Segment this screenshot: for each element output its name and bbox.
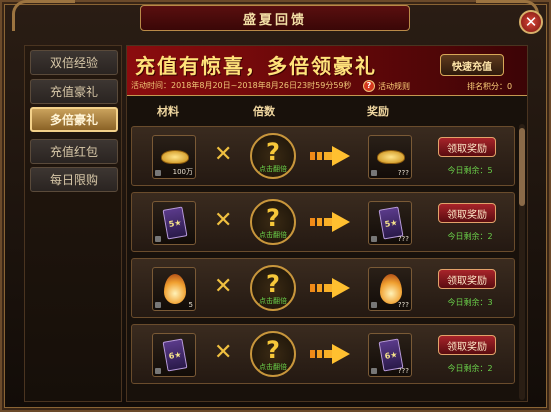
sidebar-item-label: 多倍豪礼 xyxy=(49,113,98,127)
rules-link[interactable]: 活动规则 xyxy=(378,81,410,92)
times-icon: ✕ xyxy=(214,274,233,299)
help-icon[interactable]: ? xyxy=(363,80,375,92)
mystery-multiplier-button[interactable]: ? 点击翻倍 xyxy=(250,265,296,311)
lock-icon xyxy=(371,302,377,308)
reward-qty: ??? xyxy=(397,301,409,309)
table-row: 5★ ✕ ? 点击翻倍 5★ ??? 领取奖励 今日剩余：2 xyxy=(131,192,515,252)
event-time: 活动时间：2018年8月20日~2018年8月26日23时59分59秒 xyxy=(131,81,352,90)
remaining-today: 今日剩余：2 xyxy=(447,364,493,373)
event-banner: 充值有惊喜，多倍领豪礼 活动时间：2018年8月20日~2018年8月26日23… xyxy=(127,46,527,96)
mystery-hint: 点击翻倍 xyxy=(259,231,287,239)
sidebar-item-label: 双倍经验 xyxy=(49,56,98,70)
sidebar-item-label: 每日限购 xyxy=(49,173,98,187)
lock-icon xyxy=(371,236,377,242)
scrollbar-thumb[interactable] xyxy=(519,128,525,206)
reward-qty: ??? xyxy=(397,169,409,177)
remaining-today: 今日剩余：5 xyxy=(447,166,493,175)
claim-reward-button[interactable]: 领取奖励 xyxy=(438,137,496,157)
close-icon: ✕ xyxy=(524,13,538,31)
mystery-hint: 点击翻倍 xyxy=(259,165,287,173)
remaining-today: 今日剩余：3 xyxy=(447,298,493,307)
reward-qty: ??? xyxy=(397,367,409,375)
question-icon: ? xyxy=(266,204,280,232)
window-title: 盛夏回馈 xyxy=(242,12,307,28)
reward-qty: ??? xyxy=(397,235,409,243)
lock-icon xyxy=(155,368,161,374)
question-icon: ? xyxy=(266,270,280,298)
lock-icon xyxy=(155,236,161,242)
reward-slot[interactable]: 6★ ??? xyxy=(368,333,412,377)
gold-ingot-icon xyxy=(161,150,189,164)
material-qty: 100万 xyxy=(172,168,193,176)
sidebar-item-recharge-gift[interactable]: 充值豪礼 xyxy=(30,79,118,104)
reward-slot[interactable]: 5★ ??? xyxy=(368,201,412,245)
mystery-multiplier-button[interactable]: ? 点击翻倍 xyxy=(250,133,296,179)
lock-icon xyxy=(371,170,377,176)
reward-slot[interactable]: ??? xyxy=(368,135,412,179)
rank-score: 排名积分：0 xyxy=(467,82,513,91)
col-reward: 奖励 xyxy=(367,105,389,118)
close-button[interactable]: ✕ xyxy=(519,10,543,34)
flame-orb-icon xyxy=(164,274,186,304)
table-row: 6★ ✕ ? 点击翻倍 6★ ??? 领取奖励 今日剩余：2 xyxy=(131,324,515,384)
material-slot[interactable]: 100万 xyxy=(152,135,196,179)
sidebar: 双倍经验 充值豪礼 多倍豪礼 充值红包 每日限购 xyxy=(24,45,122,402)
lock-icon xyxy=(155,302,161,308)
sidebar-item-daily-limit[interactable]: 每日限购 xyxy=(30,167,118,192)
card-5-star-icon: 5★ xyxy=(162,206,188,240)
banner-headline: 充值有惊喜，多倍领豪礼 xyxy=(135,54,377,78)
material-slot[interactable]: 5 xyxy=(152,267,196,311)
gold-ingot-icon xyxy=(377,150,405,164)
material-slot[interactable]: 5★ xyxy=(152,201,196,245)
mystery-hint: 点击翻倍 xyxy=(259,297,287,305)
lock-icon xyxy=(371,368,377,374)
mystery-multiplier-button[interactable]: ? 点击翻倍 xyxy=(250,331,296,377)
column-headers: 材料 倍数 奖励 xyxy=(127,101,527,119)
claim-reward-button[interactable]: 领取奖励 xyxy=(438,269,496,289)
question-icon: ? xyxy=(266,138,280,166)
material-slot[interactable]: 6★ xyxy=(152,333,196,377)
flame-orb-icon xyxy=(380,274,402,304)
col-multiplier: 倍数 xyxy=(253,105,275,118)
main-panel: 充值有惊喜，多倍领豪礼 活动时间：2018年8月20日~2018年8月26日23… xyxy=(126,45,528,402)
sidebar-item-recharge-red-packet[interactable]: 充值红包 xyxy=(30,139,118,164)
table-row: 100万 ✕ ? 点击翻倍 ??? 领取奖励 今日剩余：5 xyxy=(131,126,515,186)
remaining-today: 今日剩余：2 xyxy=(447,232,493,241)
col-material: 材料 xyxy=(157,105,179,118)
table-row: 5 ✕ ? 点击翻倍 ??? 领取奖励 今日剩余：3 xyxy=(131,258,515,318)
times-icon: ✕ xyxy=(214,142,233,167)
arrow-right-icon xyxy=(310,146,350,166)
title-bar: 盛夏回馈 xyxy=(140,5,410,31)
times-icon: ✕ xyxy=(214,208,233,233)
sidebar-item-label: 充值红包 xyxy=(49,145,98,159)
mystery-multiplier-button[interactable]: ? 点击翻倍 xyxy=(250,199,296,245)
question-icon: ? xyxy=(266,336,280,364)
claim-reward-button[interactable]: 领取奖励 xyxy=(438,203,496,223)
sidebar-item-multi-gift[interactable]: 多倍豪礼 xyxy=(30,107,118,132)
reward-slot[interactable]: ??? xyxy=(368,267,412,311)
mystery-hint: 点击翻倍 xyxy=(259,363,287,371)
sidebar-item-double-exp[interactable]: 双倍经验 xyxy=(30,50,118,75)
arrow-right-icon xyxy=(310,278,350,298)
times-icon: ✕ xyxy=(214,340,233,365)
quick-recharge-button[interactable]: 快速充值 xyxy=(440,54,504,76)
material-qty: 5 xyxy=(188,301,193,309)
sidebar-item-label: 充值豪礼 xyxy=(49,85,98,99)
arrow-right-icon xyxy=(310,344,350,364)
claim-reward-button[interactable]: 领取奖励 xyxy=(438,335,496,355)
lock-icon xyxy=(155,170,161,176)
card-6-star-icon: 6★ xyxy=(162,338,188,372)
arrow-right-icon xyxy=(310,212,350,232)
